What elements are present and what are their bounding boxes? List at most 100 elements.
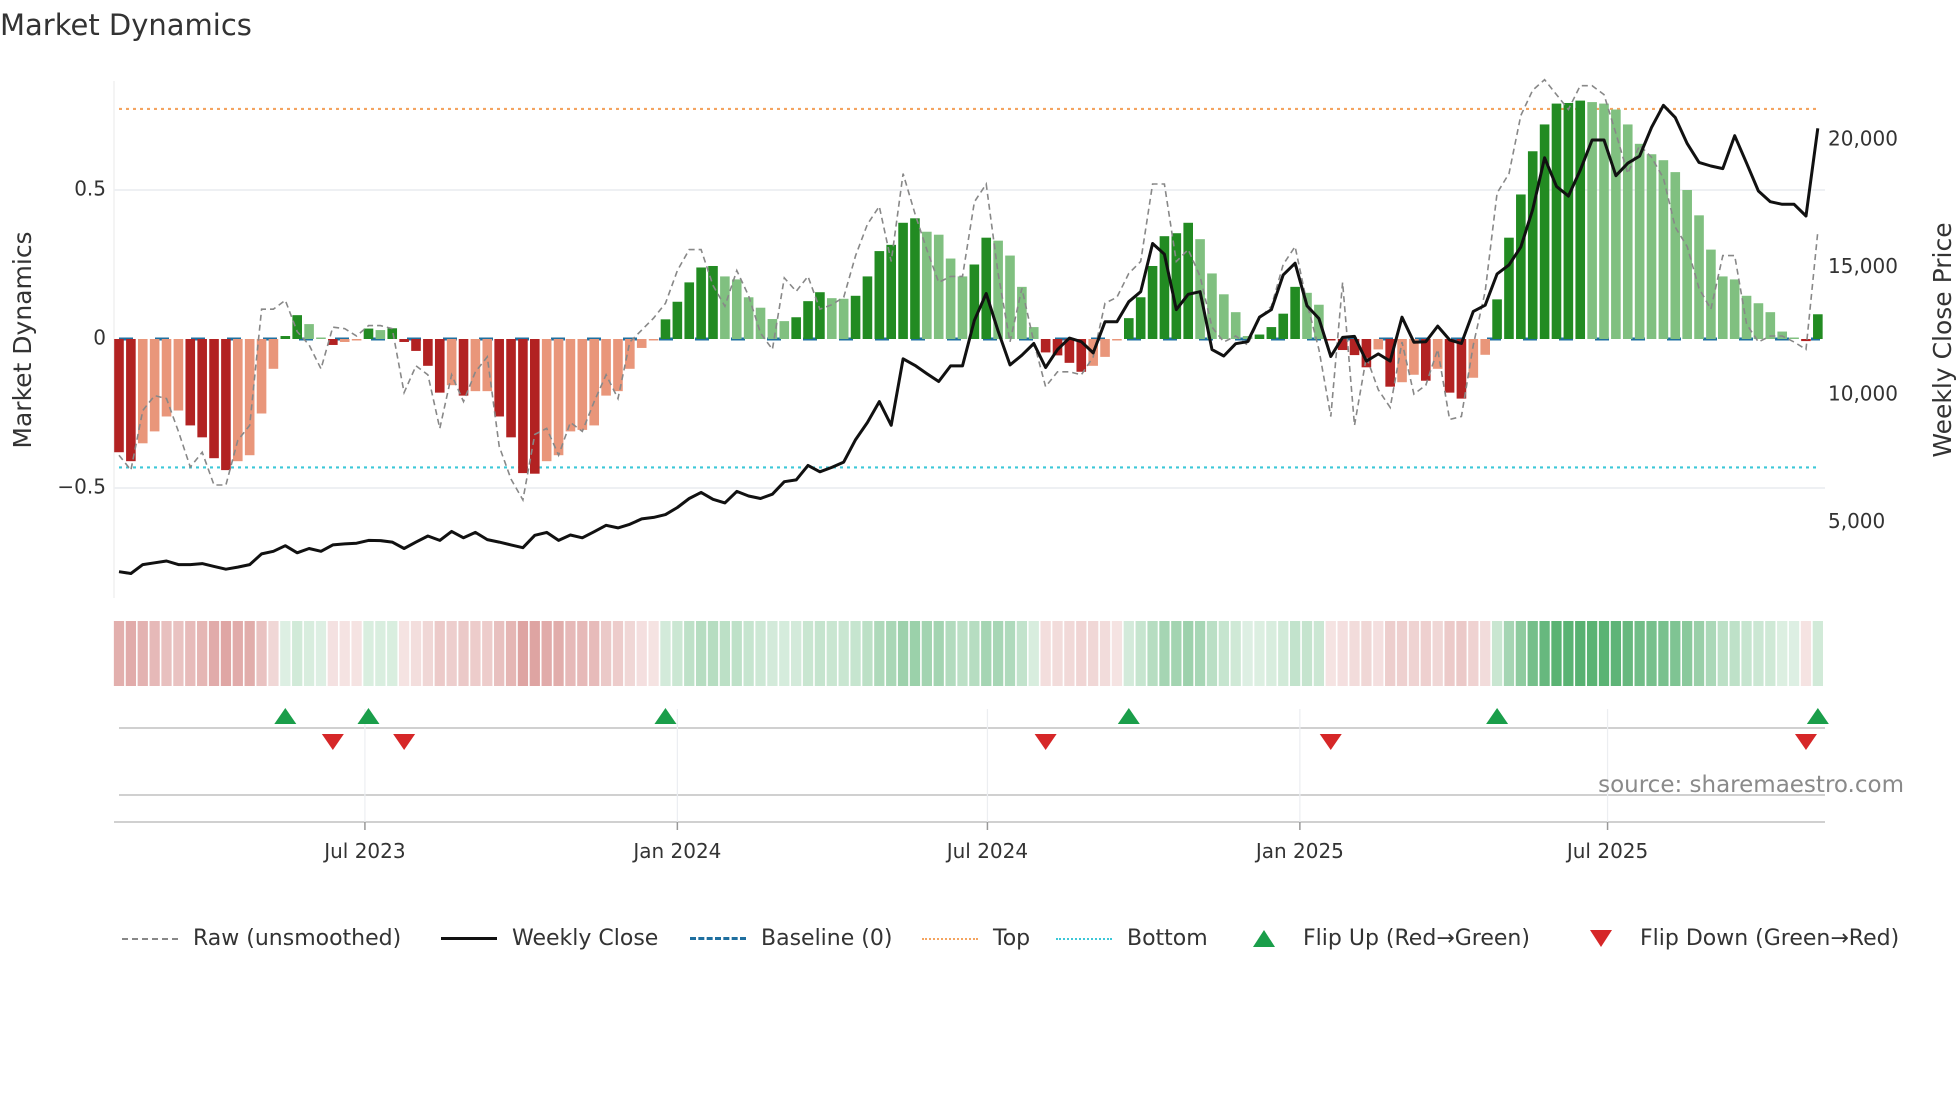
dynamics-bar [696, 267, 706, 339]
dynamics-bar [399, 339, 409, 342]
dynamics-bar [1551, 103, 1562, 339]
flip-down-marker [1319, 734, 1342, 750]
heat-strip-cell [1230, 621, 1241, 686]
heat-strip-cell [1741, 621, 1752, 686]
flip-up-marker [357, 708, 380, 724]
heat-strip-cell [1099, 621, 1111, 686]
dynamics-bar [1028, 327, 1039, 339]
dynamics-bar [660, 319, 671, 339]
x-tick-label: Jul 2023 [322, 839, 405, 863]
heat-strip-cell [1491, 621, 1503, 686]
legend-item-bottom: Bottom [1056, 926, 1208, 951]
heat-strip-cell [731, 621, 742, 686]
x-tick-label: Jul 2025 [1565, 839, 1648, 863]
dynamics-bar [767, 319, 778, 339]
heat-strip-cell [1183, 621, 1194, 686]
heat-strip-cell [1076, 621, 1087, 686]
heat-strip-cell [303, 621, 315, 686]
dynamics-bar [1646, 154, 1657, 339]
dynamics-bar [910, 218, 920, 339]
heat-strip-cell [921, 621, 932, 686]
dynamics-bar [1765, 312, 1776, 339]
heat-strip-cell [850, 621, 861, 686]
dynamics-bar [1516, 194, 1526, 339]
dynamics-bar [862, 276, 873, 339]
legend-label: Raw (unsmoothed) [193, 926, 402, 951]
heat-strip-cell [125, 621, 137, 686]
legend-item-raw: Raw (unsmoothed) [122, 926, 401, 951]
dynamics-bar [506, 339, 516, 438]
heat-strip-cell [197, 621, 208, 686]
dynamics-bar [1587, 102, 1597, 339]
heat-strip-cell [1171, 621, 1182, 686]
dynamics-bar [1504, 237, 1514, 339]
dynamics-bar [577, 339, 588, 430]
heat-strip-cell [648, 621, 659, 686]
dynamics-bar [838, 298, 849, 339]
heat-strip-cell [1278, 621, 1289, 686]
dynamics-bar [957, 276, 968, 339]
heat-strip-cell [1111, 621, 1123, 686]
dynamics-bar [731, 279, 742, 339]
heat-strip-cell [280, 621, 291, 686]
heat-strip-cell [743, 621, 754, 686]
heat-strip-cell [1646, 621, 1657, 686]
dynamics-bar [874, 251, 885, 339]
dynamics-bar [1219, 294, 1229, 339]
heat-strip-cell [1408, 621, 1420, 686]
heat-strip-cell [1385, 621, 1396, 686]
dynamics-bar [1325, 339, 1336, 341]
dynamics-bar [221, 339, 231, 471]
heat-strip-cell [1337, 621, 1348, 686]
heat-strip-cell [1123, 621, 1134, 686]
dynamics-bar [1135, 297, 1146, 339]
heat-strip-cell [137, 621, 148, 686]
dynamics-bar [1409, 339, 1419, 375]
dynamics-bar [1813, 314, 1823, 339]
dynamics-bar [625, 339, 635, 369]
heat-strip-cell [1753, 621, 1764, 686]
heat-strip-cell [1705, 621, 1717, 686]
dynamics-bar [1230, 312, 1241, 339]
dynamics-bar [339, 339, 350, 342]
dynamics-bar [1801, 339, 1811, 342]
heat-strip-cell [1147, 621, 1158, 686]
dynamics-bar [434, 339, 445, 393]
heat-strip-cell [755, 621, 766, 686]
dynamics-bar [1278, 313, 1289, 339]
dynamics-bar [1611, 109, 1621, 339]
flip-down-marker [321, 734, 344, 750]
dynamics-bar [1789, 337, 1799, 339]
dynamics-bar [803, 301, 813, 339]
heat-strip-cell [909, 621, 921, 686]
heat-strip-cell [826, 621, 837, 686]
heat-strip-cell [1242, 621, 1253, 686]
heat-strip-cell [1515, 621, 1526, 686]
dynamics-bar [743, 297, 754, 339]
heat-strip-cell [779, 621, 790, 686]
dynamics-bar [1456, 339, 1467, 399]
heat-strip-cell [612, 621, 624, 686]
dynamics-bar [1147, 265, 1158, 339]
heat-strip-cell [387, 621, 398, 686]
triangle-up-icon [1253, 930, 1275, 947]
raw-unsmoothed-line [118, 78, 1819, 503]
flip-down-marker [1034, 734, 1057, 750]
heat-strip-cell [802, 621, 814, 686]
heat-strip-cell [1361, 621, 1372, 686]
y-tick-label-right: 10,000 [1828, 382, 1898, 406]
x-tick-label: Jan 2025 [1254, 839, 1344, 863]
flip-up-marker [274, 708, 297, 724]
heat-strip-cell [707, 621, 719, 686]
flip-down-marker [393, 734, 416, 750]
heat-strip-cell [1598, 621, 1610, 686]
heat-strip-cell [292, 621, 303, 686]
dynamics-bar [791, 317, 801, 339]
dynamics-bar [1171, 233, 1182, 339]
dashed-line-icon [690, 937, 746, 940]
y-axis-label-left: Market Dynamics [8, 231, 37, 448]
dynamics-bar [1480, 339, 1490, 355]
heat-strip-cell [1468, 621, 1479, 686]
heat-strip-cell [149, 621, 160, 686]
dynamics-bar [126, 339, 136, 462]
